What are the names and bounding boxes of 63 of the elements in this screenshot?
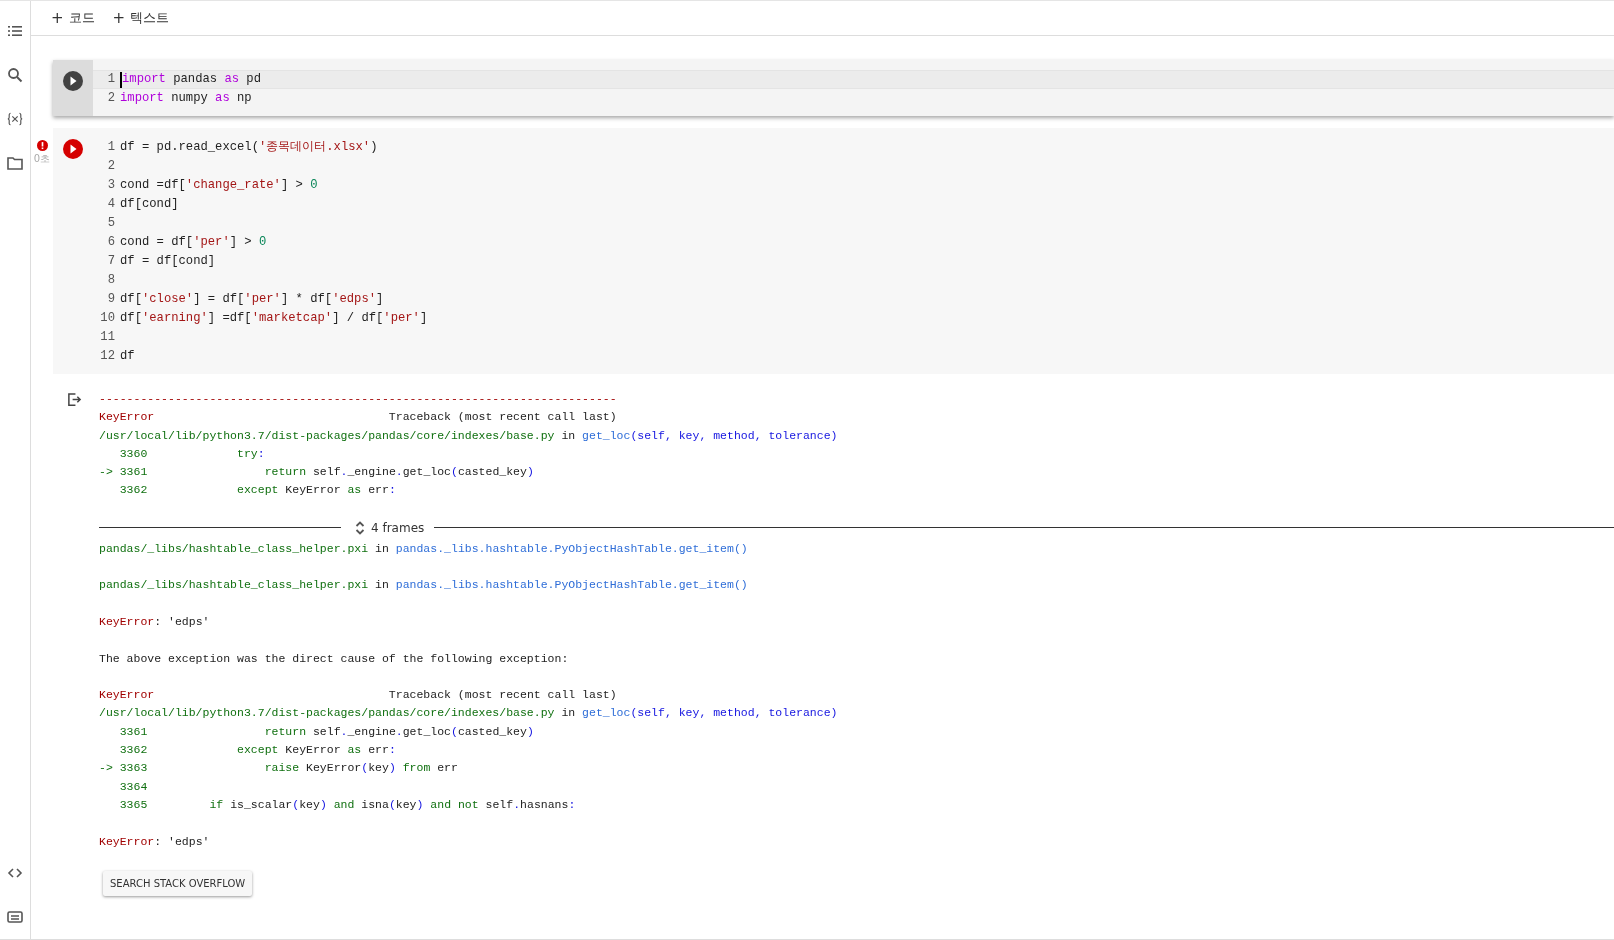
traceback-line: 3361 return self._engine.get_loc(casted_key)	[118, 723, 534, 740]
terminal-icon[interactable]	[7, 909, 23, 925]
line-number: 9	[106, 291, 116, 308]
code-cell[interactable]	[53, 128, 1614, 374]
table-of-contents-icon[interactable]	[7, 23, 23, 39]
search-icon[interactable]	[7, 67, 23, 83]
traceback-line: pandas/_libs/hashtable_class_helper.pxi in pandas._libs.hashtable.PyObjectHashTable.get_item()	[99, 540, 748, 557]
code-line: import pandas as pd	[122, 71, 261, 88]
traceback-line: KeyError Traceback (most recent call last)	[99, 409, 617, 426]
traceback-line: ---------------------------------------------------------------------------	[99, 391, 617, 407]
function-link[interactable]: pandas._libs.hashtable.PyObjectHashTable.get_item()	[395, 578, 748, 592]
folder-icon[interactable]	[7, 155, 23, 171]
execution-time: 0초	[33, 152, 51, 166]
line-number: 2	[106, 158, 116, 175]
line-number: 10	[99, 310, 116, 327]
add-cell-button[interactable]: + 텍스트	[106, 7, 176, 29]
variables-icon[interactable]	[7, 111, 23, 127]
traceback-line: /usr/local/lib/python3.7/dist-packages/pandas/core/indexes/base.py in get_loc(self, key, method, tolerance)	[99, 427, 838, 444]
line-number: 12	[99, 348, 116, 365]
line-number: 4	[106, 196, 116, 213]
traceback-line: pandas/_libs/hashtable_class_helper.pxi in pandas._libs.hashtable.PyObjectHashTable.get_item()	[99, 577, 748, 594]
code-line: df['close'] = df['per'] * df['edps']	[120, 291, 384, 308]
traceback-line: 3360 try:	[118, 445, 265, 462]
traceback-line: KeyError: 'edps'	[99, 613, 210, 630]
code-line: cond =df['change_rate'] > 0	[120, 177, 318, 194]
function-link[interactable]: pandas._libs.hashtable.PyObjectHashTable.get_item()	[395, 541, 748, 555]
traceback-line: -> 3363 raise KeyError(key) from err	[99, 760, 458, 777]
code-line: df[cond]	[120, 196, 179, 213]
line-number: 3	[106, 177, 116, 194]
line-number: 6	[106, 234, 116, 251]
function-link[interactable]: get_loc	[582, 428, 631, 442]
expand-icon	[355, 519, 365, 536]
line-number: 1	[106, 71, 116, 88]
clear-output-icon[interactable]	[66, 392, 82, 407]
run-button[interactable]	[63, 139, 83, 159]
traceback-line: KeyError: 'edps'	[99, 833, 210, 850]
traceback-line: 3364	[118, 778, 148, 795]
line-number: 1	[106, 139, 116, 156]
traceback-line: /usr/local/lib/python3.7/dist-packages/pandas/core/indexes/base.py in get_loc(self, key, method, tolerance)	[99, 705, 838, 722]
line-number: 7	[106, 253, 116, 270]
traceback-line: 3362 except KeyError as err:	[118, 742, 396, 759]
code-line: df = pd.read_excel('종목데이터.xlsx')	[120, 139, 378, 156]
traceback-line: The above exception was the direct cause of the following exception:	[99, 650, 569, 667]
text-cursor	[120, 71, 122, 88]
code-line: df	[120, 348, 135, 365]
line-number: 8	[106, 272, 116, 289]
search-stack-overflow-button[interactable]: SEARCH STACK OVERFLOW	[103, 870, 253, 896]
code-cell[interactable]: 1 import pandas as pd 2 import numpy as np	[53, 60, 1614, 116]
collapse-frames-button[interactable]: 4 frames	[341, 519, 435, 536]
run-button[interactable]	[63, 71, 83, 91]
code-line: df['earning'] =df['marketcap'] / df['per']	[120, 310, 428, 327]
traceback-line: KeyError Traceback (most recent call last)	[99, 687, 617, 704]
function-link[interactable]: get_loc	[582, 706, 631, 720]
line-number: 5	[106, 215, 116, 232]
traceback-line: -> 3361 return self._engine.get_loc(casted_key)	[99, 464, 534, 481]
traceback-line: 3362 except KeyError as err:	[118, 482, 396, 499]
code-line: df = df[cond]	[120, 253, 216, 270]
line-number: 2	[106, 90, 116, 107]
add-cell-button[interactable]: + 코드	[45, 7, 101, 29]
code-line: import numpy as np	[120, 90, 252, 107]
code-line: cond = df['per'] > 0	[120, 234, 267, 251]
traceback-line: 3365 if is_scalar(key) and isna(key) and not self.hasnans:	[118, 796, 576, 813]
line-number: 11	[99, 329, 116, 346]
